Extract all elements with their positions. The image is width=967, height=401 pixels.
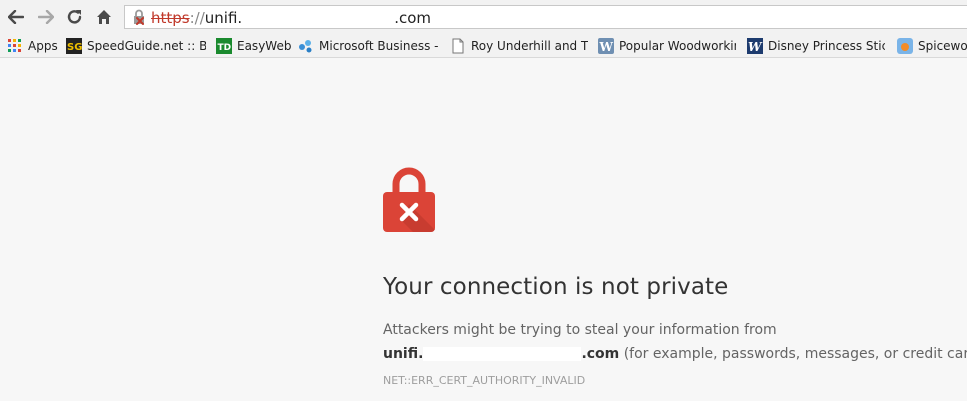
bookmark-label: SpeedGuide.net :: Bits: [87, 39, 206, 53]
url-text: https://unifi. .com: [151, 9, 431, 27]
bookmark-microsoft-business[interactable]: Microsoft Business - S: [298, 37, 440, 55]
svg-text:W: W: [748, 40, 763, 54]
reload-icon: [67, 10, 82, 24]
apps-grid-icon: [7, 38, 23, 54]
svg-text:W: W: [599, 40, 614, 54]
td-bank-icon: TD: [216, 38, 232, 54]
home-icon: [97, 10, 111, 24]
host-name-suffix: .com: [581, 346, 620, 362]
svg-text:SG: SG: [67, 42, 82, 53]
bookmark-roy-underhill[interactable]: Roy Underhill and The: [450, 37, 588, 55]
address-bar[interactable]: https://unifi. .com: [124, 5, 967, 29]
forward-arrow-icon: [38, 10, 54, 24]
bookmark-apps[interactable]: Apps: [7, 37, 59, 55]
explanation-line2: unifi. .com (for example, passwords, mess…: [383, 346, 967, 362]
svg-text:TD: TD: [218, 43, 232, 53]
host-name-prefix: unifi.: [383, 346, 424, 362]
bookmark-disney-princess[interactable]: W Disney Princess Sticke: [747, 37, 885, 55]
error-code[interactable]: NET::ERR_CERT_AUTHORITY_INVALID: [383, 374, 585, 387]
url-host: unifi.: [204, 9, 243, 27]
speedguide-icon: SG: [66, 38, 82, 54]
back-button[interactable]: [5, 7, 27, 27]
home-button[interactable]: [93, 7, 115, 27]
bookmark-easyweb[interactable]: TD EasyWeb: [216, 37, 296, 55]
bookmark-label: Roy Underhill and The: [471, 39, 588, 53]
explanation-line1: Attackers might be trying to steal your …: [383, 322, 777, 338]
url-tld: .com: [394, 9, 431, 27]
bookmark-label: EasyWeb: [237, 39, 292, 53]
bookmark-label: Apps: [28, 39, 58, 53]
microsoft-butterfly-icon: [298, 38, 314, 54]
w-logo-icon: W: [747, 38, 763, 54]
explanation-line2-tail: (for example, passwords, messages, or cr…: [619, 346, 967, 362]
spiceworks-icon: [897, 38, 913, 54]
forward-button[interactable]: [35, 7, 57, 27]
bookmarks-bar: Apps SG SpeedGuide.net :: Bits TD EasyWe…: [0, 34, 967, 58]
reload-button[interactable]: [64, 7, 86, 27]
page-title: Your connection is not private: [383, 274, 729, 300]
page-icon: [450, 38, 466, 54]
url-scheme: https: [151, 9, 190, 27]
error-lock-icon: [383, 167, 435, 232]
bookmark-label: Spicewor: [918, 39, 967, 53]
bookmark-speedguide[interactable]: SG SpeedGuide.net :: Bits: [66, 37, 206, 55]
bookmark-label: Disney Princess Sticke: [768, 39, 885, 53]
bookmark-label: Popular Woodworking: [619, 39, 736, 53]
bookmark-spiceworks[interactable]: Spicewor: [897, 37, 967, 55]
host-name-redacted: [423, 347, 582, 361]
bookmark-popular-woodworking[interactable]: W Popular Woodworking: [598, 37, 736, 55]
browser-toolbar: https://unifi. .com: [0, 0, 967, 34]
url-separator: ://: [189, 9, 205, 27]
insecure-lock-icon: [134, 9, 144, 25]
back-arrow-icon: [8, 10, 24, 24]
wordpress-icon: W: [598, 38, 614, 54]
bookmark-label: Microsoft Business - S: [319, 39, 440, 53]
